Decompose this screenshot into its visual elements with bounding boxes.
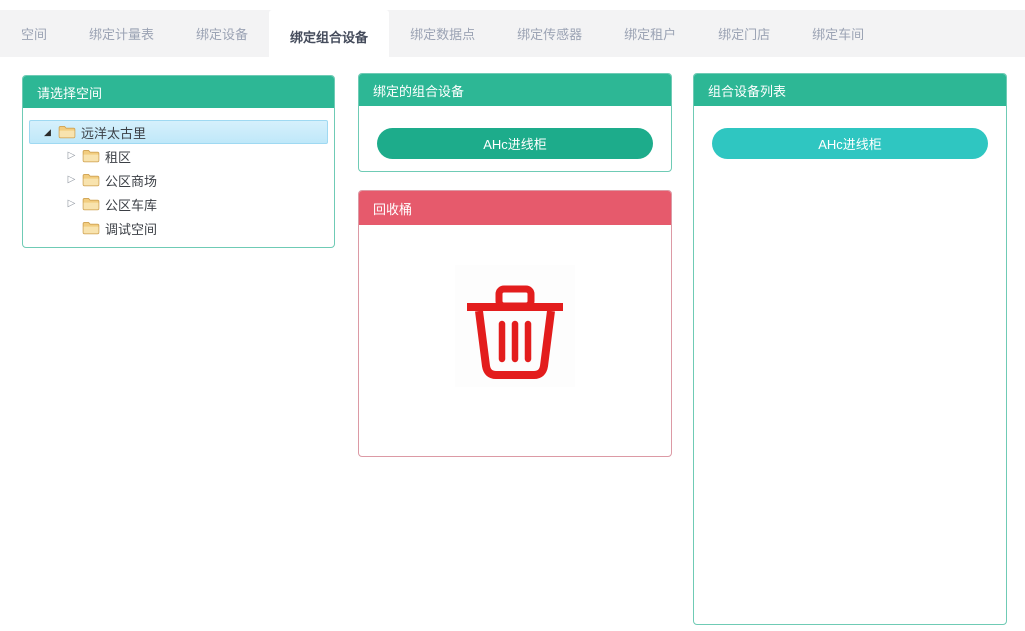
space-panel-title: 请选择空间 — [23, 76, 334, 108]
tab-bind-meter[interactable]: 绑定计量表 — [68, 10, 175, 57]
tab-bind-store[interactable]: 绑定门店 — [697, 10, 791, 57]
tree-expander-closed-icon[interactable]: ▷ — [64, 175, 79, 185]
tree-node-label: 公区车库 — [105, 195, 157, 214]
bound-device-pill[interactable]: AHc进线柜 — [377, 128, 653, 159]
folder-icon — [82, 173, 100, 187]
recycle-bin-panel: 回收桶 — [358, 190, 672, 457]
tree-node-public-mall[interactable]: ▷ 公区商场 — [29, 168, 328, 192]
tree-node-debug-space[interactable]: 调试空间 — [29, 216, 328, 240]
tab-bind-device[interactable]: 绑定设备 — [175, 10, 269, 57]
device-list-panel: 组合设备列表 AHc进线柜 — [693, 73, 1007, 625]
tree-node-label: 调试空间 — [105, 219, 157, 238]
bound-devices-panel-title: 绑定的组合设备 — [359, 74, 671, 106]
device-list-pill[interactable]: AHc进线柜 — [712, 128, 988, 159]
tab-bind-sensor[interactable]: 绑定传感器 — [496, 10, 603, 57]
tree-node-rent-area[interactable]: ▷ 租区 — [29, 144, 328, 168]
tree-expander-closed-icon[interactable]: ▷ — [64, 199, 79, 209]
tree-node-public-garage[interactable]: ▷ 公区车库 — [29, 192, 328, 216]
tab-bind-datapoint[interactable]: 绑定数据点 — [389, 10, 496, 57]
recycle-bin-dropzone[interactable] — [359, 225, 671, 387]
binding-admin-screen: 空间 绑定计量表 绑定设备 绑定组合设备 绑定数据点 绑定传感器 绑定租户 绑定… — [0, 0, 1025, 631]
device-list-panel-title: 组合设备列表 — [694, 74, 1006, 106]
tree-node-label: 公区商场 — [105, 171, 157, 190]
tab-bind-workshop[interactable]: 绑定车间 — [791, 10, 885, 57]
tree-node-root[interactable]: ◢ 远洋太古里 — [29, 120, 328, 144]
tab-space[interactable]: 空间 — [0, 10, 68, 57]
tree-expander-closed-icon[interactable]: ▷ — [64, 151, 79, 161]
bound-devices-panel: 绑定的组合设备 AHc进线柜 — [358, 73, 672, 172]
tab-bar: 空间 绑定计量表 绑定设备 绑定组合设备 绑定数据点 绑定传感器 绑定租户 绑定… — [0, 10, 1025, 57]
folder-icon — [58, 125, 76, 139]
space-tree: ◢ 远洋太古里 ▷ 租区 ▷ — [23, 108, 334, 240]
tree-node-label: 远洋太古里 — [81, 123, 146, 142]
folder-icon — [82, 149, 100, 163]
space-select-panel: 请选择空间 ◢ 远洋太古里 ▷ 租区 ▷ — [22, 75, 335, 248]
trash-icon — [455, 265, 575, 387]
tab-bind-composite-device[interactable]: 绑定组合设备 — [269, 10, 389, 63]
tab-bind-tenant[interactable]: 绑定租户 — [603, 10, 697, 57]
tree-expander-open-icon[interactable]: ◢ — [40, 128, 55, 137]
folder-icon — [82, 197, 100, 211]
folder-icon — [82, 221, 100, 235]
tree-node-label: 租区 — [105, 147, 131, 166]
recycle-bin-panel-title: 回收桶 — [359, 191, 671, 225]
